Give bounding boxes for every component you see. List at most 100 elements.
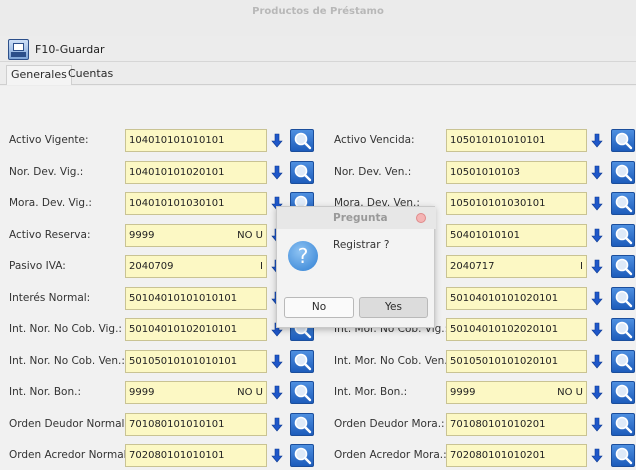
arrow-down-icon[interactable] bbox=[270, 413, 284, 436]
toolbar: F10-Guardar bbox=[0, 36, 636, 62]
search-icon[interactable] bbox=[290, 350, 314, 373]
left-account-input[interactable]: 9999 NO U bbox=[125, 381, 267, 404]
left-account-input[interactable]: 702080101010101 bbox=[125, 444, 267, 467]
search-icon[interactable] bbox=[611, 192, 635, 215]
arrow-down-icon[interactable] bbox=[590, 255, 604, 278]
left-account-input[interactable]: 701080101010101 bbox=[125, 413, 267, 436]
account-value: 105010101030101 bbox=[450, 198, 546, 209]
account-suffix: I bbox=[260, 261, 263, 272]
account-value: 2040717 bbox=[450, 261, 495, 272]
arrow-down-icon[interactable] bbox=[270, 129, 284, 152]
left-account-input[interactable]: 104010101020101 bbox=[125, 161, 267, 184]
account-suffix: NO U bbox=[237, 230, 263, 241]
search-icon[interactable] bbox=[290, 381, 314, 404]
arrow-down-icon[interactable] bbox=[590, 350, 604, 373]
left-field-label: Interés Normal: bbox=[9, 292, 91, 304]
account-value: 9999 bbox=[450, 387, 476, 398]
account-value: 104010101020101 bbox=[129, 167, 225, 178]
left-field-label: Activo Reserva: bbox=[9, 229, 91, 241]
left-account-input[interactable]: 2040709 I bbox=[125, 255, 267, 278]
save-button-label: F10-Guardar bbox=[35, 42, 105, 56]
search-icon[interactable] bbox=[611, 161, 635, 184]
search-icon[interactable] bbox=[611, 129, 635, 152]
tab-cuentas[interactable]: Cuentas bbox=[64, 65, 117, 85]
question-dialog: Pregunta ? Registrar ? No Yes bbox=[276, 206, 436, 328]
left-field-label: Orden Deudor Normal: bbox=[9, 418, 128, 430]
left-field-label: Mora. Dev. Vig.: bbox=[9, 197, 92, 209]
yes-button[interactable]: Yes bbox=[359, 297, 428, 318]
right-account-input[interactable]: 105010101010101 bbox=[446, 129, 587, 152]
arrow-down-icon[interactable] bbox=[590, 381, 604, 404]
arrow-down-icon[interactable] bbox=[590, 287, 604, 310]
right-account-input[interactable]: 50104010102020101 bbox=[446, 318, 587, 341]
arrow-down-icon[interactable] bbox=[590, 444, 604, 467]
account-value: 10501010103 bbox=[450, 167, 520, 178]
arrow-down-icon[interactable] bbox=[590, 224, 604, 247]
left-field-label: Nor. Dev. Vig.: bbox=[9, 166, 84, 178]
account-value: 105010101010101 bbox=[450, 135, 546, 146]
right-account-input[interactable]: 702080101010201 bbox=[446, 444, 587, 467]
left-account-input[interactable]: 50104010101010101 bbox=[125, 287, 267, 310]
account-suffix: NO U bbox=[237, 387, 263, 398]
left-field-label: Int. Nor. No Cob. Ven.: bbox=[9, 355, 125, 367]
right-field-label: Int. Mor. No Cob. Ven.: bbox=[334, 355, 452, 367]
left-account-input[interactable]: 104010101030101 bbox=[125, 192, 267, 215]
account-value: 702080101010101 bbox=[129, 450, 225, 461]
search-icon[interactable] bbox=[290, 129, 314, 152]
account-value: 104010101030101 bbox=[129, 198, 225, 209]
left-account-input[interactable]: 104010101010101 bbox=[125, 129, 267, 152]
left-account-input[interactable]: 50105010101010101 bbox=[125, 350, 267, 373]
right-field-label: Int. Mor. Bon.: bbox=[334, 386, 408, 398]
search-icon[interactable] bbox=[611, 413, 635, 436]
right-account-input[interactable]: 701080101010201 bbox=[446, 413, 587, 436]
search-icon[interactable] bbox=[611, 287, 635, 310]
search-icon[interactable] bbox=[290, 161, 314, 184]
account-suffix: NO U bbox=[557, 387, 583, 398]
account-value: 104010101010101 bbox=[129, 135, 225, 146]
save-icon bbox=[8, 38, 29, 60]
left-field-label: Int. Nor. No Cob. Vig.: bbox=[9, 323, 122, 335]
left-field-label: Orden Acredor Normal: bbox=[9, 449, 131, 461]
arrow-down-icon[interactable] bbox=[590, 129, 604, 152]
arrow-down-icon[interactable] bbox=[590, 318, 604, 341]
account-value: 701080101010201 bbox=[450, 419, 546, 430]
save-button[interactable]: F10-Guardar bbox=[8, 38, 105, 60]
right-account-input[interactable]: 9999 NO U bbox=[446, 381, 587, 404]
tab-generales[interactable]: Generales bbox=[6, 65, 72, 85]
right-account-input[interactable]: 50401010101 bbox=[446, 224, 587, 247]
tab-bar: Generales Cuentas bbox=[0, 63, 636, 85]
arrow-down-icon[interactable] bbox=[270, 350, 284, 373]
arrow-down-icon[interactable] bbox=[270, 161, 284, 184]
account-value: 50105010101020101 bbox=[450, 356, 559, 367]
left-field-label: Int. Nor. Bon.: bbox=[9, 386, 82, 398]
left-field-label: Pasivo IVA: bbox=[9, 260, 66, 272]
search-icon[interactable] bbox=[611, 350, 635, 373]
dialog-message: Registrar ? bbox=[333, 239, 390, 251]
no-button[interactable]: No bbox=[284, 297, 354, 318]
search-icon[interactable] bbox=[611, 318, 635, 341]
left-account-input[interactable]: 50104010102010101 bbox=[125, 318, 267, 341]
arrow-down-icon[interactable] bbox=[590, 161, 604, 184]
account-value: 50104010101020101 bbox=[450, 293, 559, 304]
search-icon[interactable] bbox=[611, 224, 635, 247]
right-account-input[interactable]: 50105010101020101 bbox=[446, 350, 587, 373]
right-account-input[interactable]: 105010101030101 bbox=[446, 192, 587, 215]
search-icon[interactable] bbox=[611, 255, 635, 278]
search-icon[interactable] bbox=[290, 444, 314, 467]
search-icon[interactable] bbox=[611, 444, 635, 467]
search-icon[interactable] bbox=[290, 413, 314, 436]
account-value: 50105010101010101 bbox=[129, 356, 238, 367]
search-icon[interactable] bbox=[611, 381, 635, 404]
left-field-label: Activo Vigente: bbox=[9, 134, 89, 146]
right-account-input[interactable]: 10501010103 bbox=[446, 161, 587, 184]
right-account-input[interactable]: 2040717 I bbox=[446, 255, 587, 278]
right-account-input[interactable]: 50104010101020101 bbox=[446, 287, 587, 310]
left-account-input[interactable]: 9999 NO U bbox=[125, 224, 267, 247]
arrow-down-icon[interactable] bbox=[590, 192, 604, 215]
arrow-down-icon[interactable] bbox=[270, 381, 284, 404]
arrow-down-icon[interactable] bbox=[590, 413, 604, 436]
account-value: 9999 bbox=[129, 230, 155, 241]
close-icon[interactable] bbox=[416, 213, 426, 223]
arrow-down-icon[interactable] bbox=[270, 444, 284, 467]
right-field-label: Orden Deudor Mora.: bbox=[334, 418, 445, 430]
